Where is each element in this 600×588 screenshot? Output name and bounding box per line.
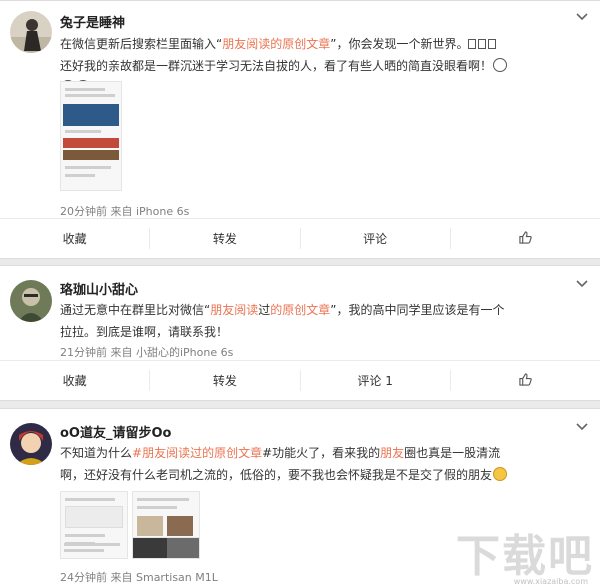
watermark-logo: 下载吧 <box>456 531 594 582</box>
favorite-button[interactable]: 收藏 <box>0 228 151 249</box>
chevron-down-icon[interactable] <box>576 420 588 434</box>
post-topic-link[interactable]: 的原创文章 <box>202 446 262 460</box>
post-text: 在微信更新后搜索栏里面输入“朋友阅读的原创文章”，你会发现一个新世界。 还好我的… <box>60 33 510 99</box>
post-meta: 24分钟前 来自 Smartisan M1L <box>60 571 218 584</box>
action-bar: 收藏 转发 评论 <box>0 218 600 258</box>
post-image[interactable] <box>132 537 200 559</box>
post-text-part: #功能火了，看来我的 <box>262 446 381 460</box>
post-link-highlight[interactable]: 的原创文章 <box>270 303 330 317</box>
post-card: 兔子是睡神 在微信更新后搜索栏里面输入“朋友阅读的原创文章”，你会发现一个新世界… <box>0 0 600 259</box>
favorite-button[interactable]: 收藏 <box>0 370 151 391</box>
post-text-part: 不知道为什么 <box>60 446 133 460</box>
post-card: oO道友_请留步Oo 不知道为什么#朋友阅读过的原创文章#功能火了，看来我的朋友… <box>0 408 600 588</box>
post-text: 通过无意中在群里比对微信“朋友阅读过的原创文章”，我的高中同学里应该是有一个拉拉… <box>60 299 510 343</box>
post-image[interactable] <box>60 537 128 559</box>
post-topic-link[interactable]: #朋友阅读过 <box>132 446 202 460</box>
author-name[interactable]: 兔子是睡神 <box>60 12 125 31</box>
laugh-emoji-icon <box>493 467 508 481</box>
chevron-down-icon[interactable] <box>576 10 588 24</box>
author-name[interactable]: oO道友_请留步Oo <box>60 422 171 441</box>
post-meta: 21分钟前 来自 小甜心的iPhone 6s <box>60 346 234 359</box>
comment-button[interactable]: 评论 1 <box>301 370 451 391</box>
post-link-highlight[interactable]: 朋友 <box>380 446 404 460</box>
action-bar: 收藏 转发 评论 1 <box>0 360 600 400</box>
chevron-down-icon[interactable] <box>576 277 588 291</box>
thumbs-up-icon <box>519 372 532 389</box>
post-text-part: 在微信更新后搜索栏里面输入“ <box>60 37 223 51</box>
repost-button[interactable]: 转发 <box>150 370 301 391</box>
post-text-part: 还好我的亲故都是一群沉迷于学习无法自拔的人，看了有些人晒的简直没眼看啊！ <box>60 59 493 73</box>
post-meta: 20分钟前 来自 iPhone 6s <box>60 205 190 218</box>
avatar[interactable] <box>10 423 52 465</box>
post-link-highlight[interactable]: 朋友阅读 <box>210 303 258 317</box>
comment-button[interactable]: 评论 <box>301 228 451 249</box>
post-link-highlight[interactable]: 朋友阅读的原创文章 <box>222 37 330 51</box>
avatar[interactable] <box>10 11 52 53</box>
like-button[interactable] <box>451 228 600 249</box>
post-text-part: 通过无意中在群里比对微信“ <box>60 303 211 317</box>
post-card: 珞珈山小甜心 通过无意中在群里比对微信“朋友阅读过的原创文章”，我的高中同学里应… <box>0 265 600 401</box>
post-image[interactable] <box>60 81 122 191</box>
thumbs-up-icon <box>519 230 532 247</box>
emoji-icon <box>493 58 508 72</box>
like-button[interactable] <box>451 370 600 391</box>
post-text-part: 过 <box>258 303 271 317</box>
watermark-url: www.xiazaiba.com <box>513 577 588 586</box>
repost-button[interactable]: 转发 <box>150 228 301 249</box>
box-glyph-icon <box>468 37 498 51</box>
avatar[interactable] <box>10 280 52 322</box>
post-text: 不知道为什么#朋友阅读过的原创文章#功能火了，看来我的朋友圈也真是一股清流啊，还… <box>60 442 510 486</box>
author-name[interactable]: 珞珈山小甜心 <box>60 279 138 298</box>
post-text-part: ”，你会发现一个新世界。 <box>330 37 469 51</box>
